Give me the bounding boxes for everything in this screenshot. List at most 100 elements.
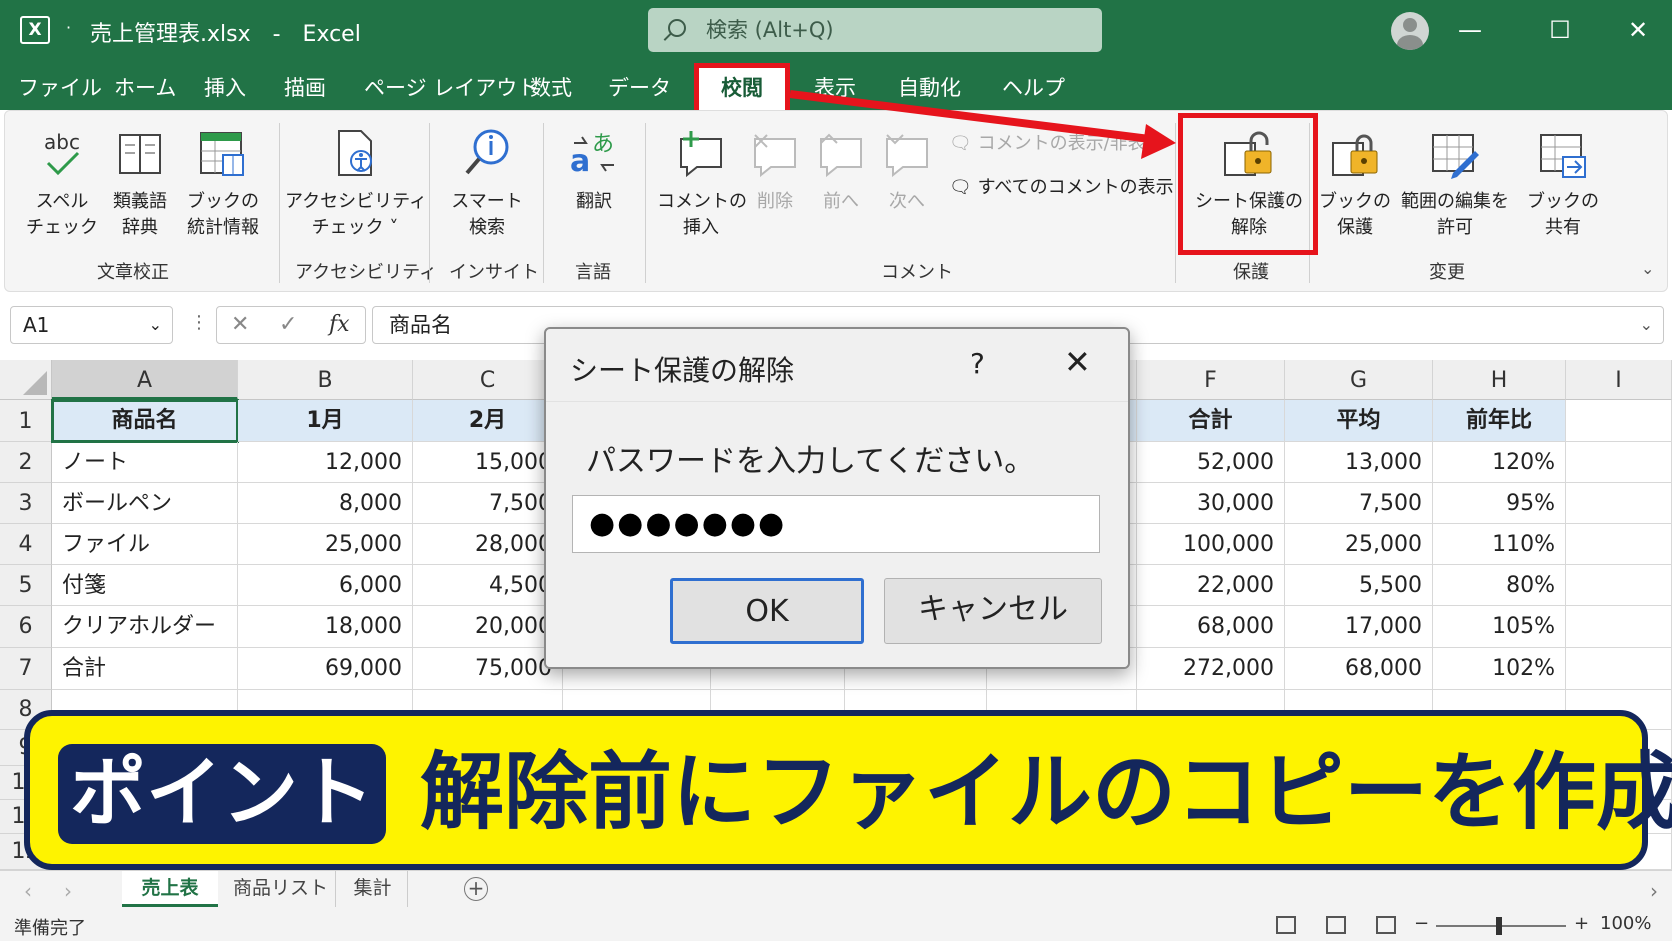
previous-comment-button[interactable]: 前へ [811,127,871,215]
cell[interactable]: 13,000 [1285,442,1433,483]
help-button[interactable]: ? [970,347,985,380]
cell[interactable]: 22,000 [1137,565,1285,606]
cell[interactable]: 合計 [52,648,238,690]
column-header[interactable]: C [413,360,563,400]
column-header[interactable]: F [1137,360,1285,400]
cancel-entry-icon[interactable]: ✕ [231,307,249,343]
protect-workbook-button[interactable]: ブックの 保護 [1317,127,1393,241]
cell[interactable]: 12,000 [238,442,413,483]
row-header[interactable]: 4 [0,524,52,565]
normal-view-icon[interactable] [1276,916,1296,934]
cell[interactable]: 4,500 [413,565,563,606]
add-sheet-icon[interactable]: + [464,877,488,901]
page-break-view-icon[interactable] [1376,916,1396,934]
cell[interactable]: ボールペン [52,483,238,524]
show-all-comments-button[interactable]: 🗨 すべてのコメントの表示 [949,175,1174,201]
workbook-statistics-button[interactable]: ブックの 統計情報 [173,127,273,241]
close-icon[interactable]: ✕ [1064,343,1091,381]
row-header[interactable]: 7 [0,648,52,690]
ribbon-collapse-chevron-icon[interactable]: ⌄ [1641,259,1654,278]
row-header[interactable]: 5 [0,565,52,606]
column-header[interactable]: I [1566,360,1672,400]
sheet-tab-products[interactable]: 商品リスト [226,871,336,907]
page-layout-view-icon[interactable] [1326,916,1346,934]
more-options-icon[interactable]: ⋮ [190,312,208,333]
cell[interactable]: 30,000 [1137,483,1285,524]
zoom-level[interactable]: 100% [1600,913,1651,934]
cell[interactable] [1566,648,1672,690]
cancel-button[interactable]: キャンセル [884,578,1102,644]
tab-page-layout[interactable]: ページ レイアウト [364,72,538,102]
next-comment-button[interactable]: 次へ [877,127,937,215]
row-header[interactable]: 3 [0,483,52,524]
cell[interactable]: 18,000 [238,606,413,648]
cell[interactable]: 7,500 [1285,483,1433,524]
cell[interactable]: 28,000 [413,524,563,565]
maximize-button[interactable]: ☐ [1540,14,1580,48]
cell[interactable] [1566,400,1672,442]
zoom-slider-knob[interactable] [1496,917,1502,935]
tab-help[interactable]: ヘルプ [1002,72,1065,102]
cell[interactable] [1566,442,1672,483]
cell[interactable] [1566,606,1672,648]
column-header[interactable]: B [238,360,413,400]
cell[interactable]: 7,500 [413,483,563,524]
name-box[interactable]: A1 ⌄ [10,306,173,344]
cell[interactable]: 20,000 [413,606,563,648]
translate-button[interactable]: aあ 翻訳 [553,127,635,215]
cell[interactable]: 1月 [238,400,413,442]
check-accessibility-button[interactable]: アクセシビリティ チェック ˅ [285,127,427,241]
cell[interactable]: 75,000 [413,648,563,690]
password-field[interactable]: ●●●●●●● [572,495,1100,553]
smart-lookup-button[interactable]: スマート 検索 [441,127,533,241]
cell[interactable]: 68,000 [1285,648,1433,690]
scroll-right-icon[interactable]: › [64,879,72,903]
cell[interactable]: 110% [1433,524,1566,565]
select-all-corner[interactable] [0,360,52,400]
row-header[interactable]: 1 [0,400,52,442]
tab-data[interactable]: データ [608,72,671,102]
cell[interactable]: 前年比 [1433,400,1566,442]
cell[interactable]: 120% [1433,442,1566,483]
sheet-tab-summary[interactable]: 集計 [338,871,408,907]
cell[interactable]: 平均 [1285,400,1433,442]
cell[interactable]: 2月 [413,400,563,442]
column-header[interactable]: H [1433,360,1566,400]
cell[interactable]: 6,000 [238,565,413,606]
tab-formulas[interactable]: 数式 [530,72,572,102]
tab-draw[interactable]: 描画 [284,72,326,102]
cell[interactable]: 105% [1433,606,1566,648]
tab-home[interactable]: ホーム [114,72,176,102]
cell[interactable]: 5,500 [1285,565,1433,606]
account-avatar[interactable] [1391,12,1429,50]
close-window-button[interactable]: ✕ [1618,14,1658,48]
column-header[interactable]: A [52,360,238,400]
tab-review[interactable]: 校閲 [694,63,790,115]
share-workbook-button[interactable]: ブックの 共有 [1519,127,1607,241]
tab-view[interactable]: 表示 [814,72,856,102]
column-header[interactable]: G [1285,360,1433,400]
cell[interactable]: ファイル [52,524,238,565]
cell[interactable]: 102% [1433,648,1566,690]
row-header[interactable]: 6 [0,606,52,648]
cell[interactable]: 合計 [1137,400,1285,442]
search-box[interactable]: 検索 (Alt+Q) [648,8,1102,52]
cell[interactable]: 8,000 [238,483,413,524]
cell[interactable] [1566,524,1672,565]
confirm-entry-icon[interactable]: ✓ [279,307,297,343]
row-header[interactable]: 2 [0,442,52,483]
cell[interactable]: 100,000 [1137,524,1285,565]
ok-button[interactable]: OK [670,578,864,644]
cell[interactable]: 80% [1433,565,1566,606]
insert-function-icon[interactable]: fx [329,307,350,343]
cell[interactable] [1566,483,1672,524]
allow-edit-ranges-button[interactable]: 範囲の編集を 許可 [1397,127,1513,241]
zoom-in-icon[interactable]: + [1574,913,1589,934]
minimize-button[interactable]: — [1450,14,1490,48]
cell[interactable]: 17,000 [1285,606,1433,648]
delete-comment-button[interactable]: 削除 [745,127,805,215]
cell[interactable]: 15,000 [413,442,563,483]
cell[interactable] [1566,565,1672,606]
tab-automate[interactable]: 自動化 [898,72,961,102]
cell[interactable]: クリアホルダー [52,606,238,648]
